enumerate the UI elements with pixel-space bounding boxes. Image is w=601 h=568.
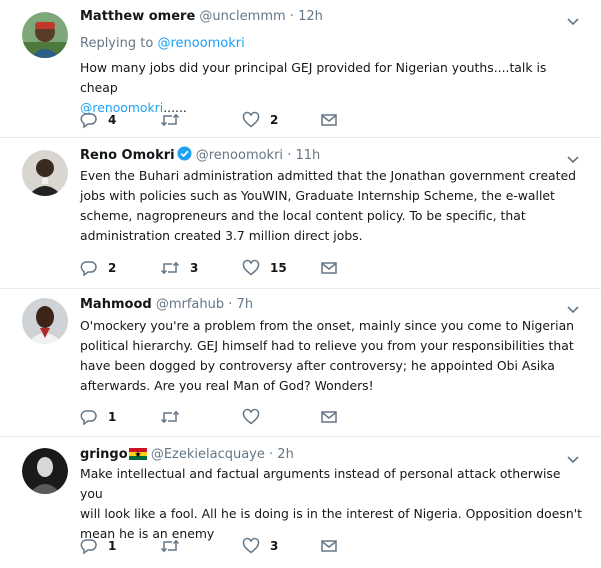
tweet-text-line: scheme, nagropreneurs and the local cont… bbox=[80, 208, 526, 223]
divider bbox=[0, 436, 601, 437]
tweet-header: Reno Omokri @renoomokri · 11h bbox=[80, 146, 320, 167]
timestamp[interactable]: 2h bbox=[277, 447, 294, 462]
message-button[interactable] bbox=[320, 110, 338, 130]
divider bbox=[0, 288, 601, 289]
retweet-button[interactable]: 3 bbox=[160, 258, 198, 278]
tweet-actions: 4 2 bbox=[80, 110, 360, 130]
tweet-text: How many jobs did your principal GEJ pro… bbox=[80, 58, 585, 118]
display-name[interactable]: Mahmood bbox=[80, 297, 152, 312]
reply-button[interactable]: 4 bbox=[80, 110, 116, 130]
retweet-button[interactable] bbox=[160, 407, 190, 427]
like-count: 15 bbox=[270, 261, 287, 275]
reply-icon bbox=[80, 410, 97, 426]
separator: · bbox=[269, 447, 274, 462]
reply-icon bbox=[80, 113, 97, 129]
like-button[interactable] bbox=[242, 407, 270, 427]
like-count: 3 bbox=[270, 539, 279, 553]
retweet-icon bbox=[160, 410, 180, 424]
reply-icon bbox=[80, 261, 97, 277]
tweet-text-line: Even the Buhari administration admitted … bbox=[80, 168, 577, 183]
reply-button[interactable]: 2 bbox=[80, 258, 116, 278]
tweet-matthew[interactable]: Matthew omere @unclemmm · 12h Replying t… bbox=[0, 8, 601, 134]
heart-icon bbox=[242, 259, 260, 276]
reply-button[interactable]: 1 bbox=[80, 407, 116, 427]
separator: · bbox=[228, 297, 233, 312]
reply-icon bbox=[80, 539, 97, 555]
tweet-header: Mahmood @mrfahub · 7h bbox=[80, 296, 253, 314]
reply-count: 2 bbox=[108, 261, 117, 275]
chevron-down-icon[interactable] bbox=[566, 12, 580, 26]
like-button[interactable]: 15 bbox=[242, 258, 287, 278]
verified-badge-icon bbox=[177, 146, 192, 167]
tweet-actions: 1 bbox=[80, 407, 360, 427]
retweet-button[interactable] bbox=[160, 110, 190, 130]
replying-to: Replying to @renoomokri bbox=[80, 35, 245, 53]
ghana-flag-icon bbox=[128, 448, 147, 460]
retweet-button[interactable] bbox=[160, 536, 190, 556]
reply-count: 4 bbox=[108, 113, 117, 127]
message-button[interactable] bbox=[320, 407, 338, 427]
separator: · bbox=[289, 9, 294, 24]
replying-handle-link[interactable]: @renoomokri bbox=[157, 36, 244, 51]
tweet-header: gringo @Ezekielacquaye · 2h bbox=[80, 446, 294, 464]
avatar[interactable] bbox=[22, 448, 68, 494]
tweet-text-line: have been dogged by controversy after co… bbox=[80, 358, 555, 373]
divider bbox=[0, 137, 601, 138]
envelope-icon bbox=[321, 411, 337, 423]
tweet-text: O'mockery you're a problem from the onse… bbox=[80, 316, 585, 396]
retweet-icon bbox=[160, 539, 180, 553]
user-handle[interactable]: @Ezekielacquaye bbox=[151, 447, 265, 462]
tweet-text-line: O'mockery you're a problem from the onse… bbox=[80, 318, 575, 333]
tweet-text-line: How many jobs did your principal GEJ pro… bbox=[80, 60, 547, 95]
heart-icon bbox=[242, 408, 260, 425]
reply-button[interactable]: 1 bbox=[80, 536, 116, 556]
tweet-actions: 1 3 bbox=[80, 536, 360, 556]
chevron-down-icon[interactable] bbox=[566, 150, 580, 164]
like-button[interactable]: 2 bbox=[242, 110, 278, 130]
heart-icon bbox=[242, 537, 260, 554]
display-name[interactable]: Reno Omokri bbox=[80, 148, 175, 163]
like-count: 2 bbox=[270, 113, 279, 127]
tweet-text-line: will look like a fool. All he is doing i… bbox=[80, 506, 582, 521]
tweet-text-line: Make intellectual and factual arguments … bbox=[80, 466, 561, 501]
tweet-mahmood[interactable]: Mahmood @mrfahub · 7h O'mockery you're a… bbox=[0, 296, 601, 434]
envelope-icon bbox=[321, 540, 337, 552]
tweet-gringo[interactable]: gringo @Ezekielacquaye · 2h Make intelle… bbox=[0, 446, 601, 564]
envelope-icon bbox=[321, 114, 337, 126]
tweet-text-line: administration created 3.7 million direc… bbox=[80, 228, 363, 243]
tweet-text: Make intellectual and factual arguments … bbox=[80, 464, 585, 544]
tweet-text-line: afterwards. Are you real Man of God? Won… bbox=[80, 378, 374, 393]
message-button[interactable] bbox=[320, 258, 338, 278]
message-button[interactable] bbox=[320, 536, 338, 556]
reply-count: 1 bbox=[108, 539, 117, 553]
timestamp[interactable]: 12h bbox=[298, 9, 323, 24]
display-name[interactable]: gringo bbox=[80, 447, 128, 462]
envelope-icon bbox=[321, 262, 337, 274]
avatar[interactable] bbox=[22, 12, 68, 58]
user-handle[interactable]: @unclemmm bbox=[199, 9, 285, 24]
retweet-count: 3 bbox=[190, 261, 199, 275]
timestamp[interactable]: 7h bbox=[237, 297, 254, 312]
retweet-icon bbox=[160, 261, 180, 275]
retweet-icon bbox=[160, 113, 180, 127]
chevron-down-icon[interactable] bbox=[566, 300, 580, 314]
user-handle[interactable]: @mrfahub bbox=[156, 297, 224, 312]
reply-count: 1 bbox=[108, 410, 117, 424]
display-name[interactable]: Matthew omere bbox=[80, 9, 195, 24]
tweet-text-line: jobs with policies such as YouWIN, Gradu… bbox=[80, 188, 555, 203]
tweet-header: Matthew omere @unclemmm · 12h bbox=[80, 8, 323, 26]
avatar[interactable] bbox=[22, 150, 68, 196]
heart-icon bbox=[242, 111, 260, 128]
tweet-reno[interactable]: Reno Omokri @renoomokri · 11h Even the B… bbox=[0, 146, 601, 286]
tweet-text-line: political hierarchy. GEJ himself had to … bbox=[80, 338, 574, 353]
timestamp[interactable]: 11h bbox=[295, 148, 320, 163]
tweet-actions: 2 3 15 bbox=[80, 258, 360, 278]
chevron-down-icon[interactable] bbox=[566, 450, 580, 464]
user-handle[interactable]: @renoomokri bbox=[196, 148, 283, 163]
avatar[interactable] bbox=[22, 298, 68, 344]
tweet-text: Even the Buhari administration admitted … bbox=[80, 166, 585, 246]
separator: · bbox=[287, 148, 292, 163]
replying-prefix: Replying to bbox=[80, 36, 158, 51]
like-button[interactable]: 3 bbox=[242, 536, 278, 556]
